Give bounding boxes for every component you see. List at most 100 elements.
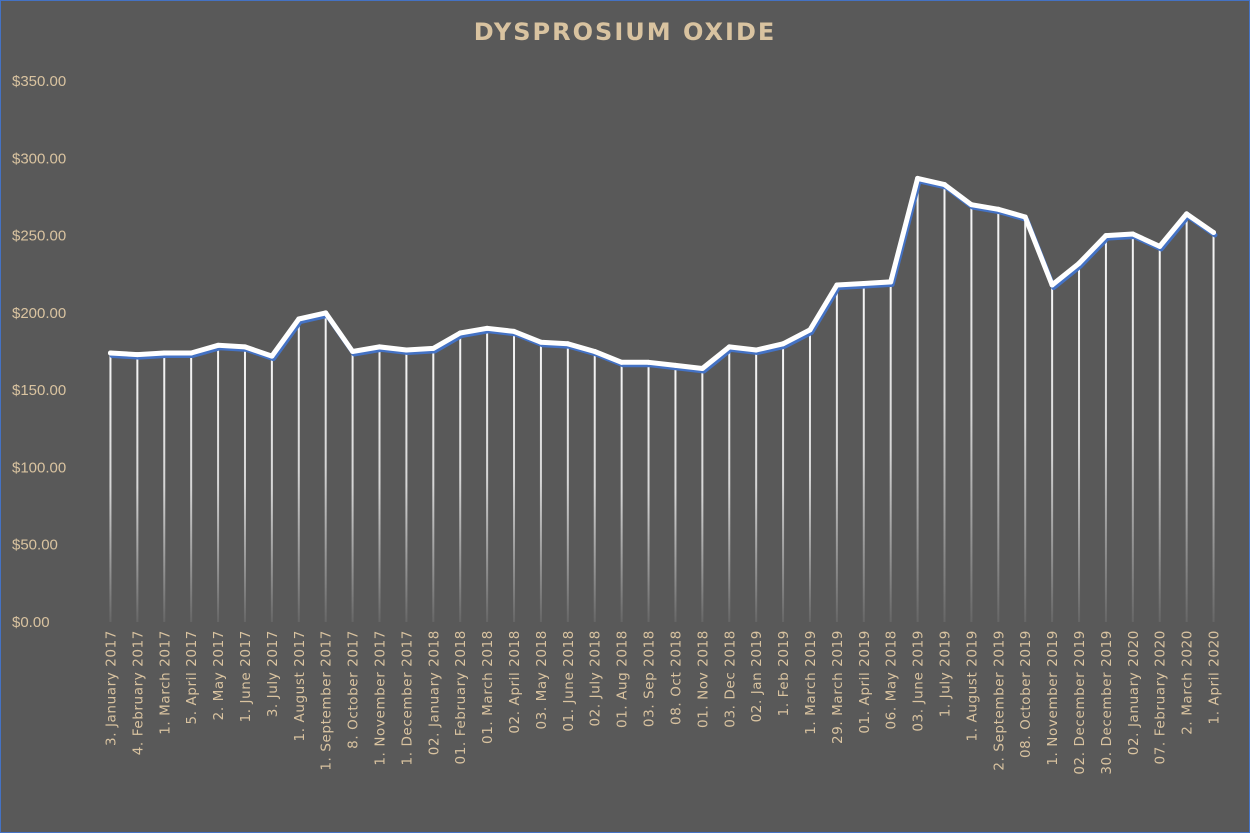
x-tick-label: 01. June 2018 bbox=[561, 630, 577, 732]
data-point bbox=[646, 359, 652, 365]
drop-line bbox=[539, 342, 542, 622]
drop-line bbox=[243, 346, 246, 622]
x-tick-label: 1. March 2017 bbox=[157, 630, 173, 735]
x-axis-labels: 3. January 2017 4. February 2017 1. March … bbox=[103, 630, 1222, 775]
x-tick-label: 1. November 2019 bbox=[1045, 630, 1061, 766]
data-point bbox=[888, 279, 894, 285]
x-tick-label: 01. Aug 2018 bbox=[615, 630, 631, 728]
x-tick-label: 29. March 2019 bbox=[830, 630, 846, 744]
x-tick-label: 01. March 2018 bbox=[480, 630, 496, 744]
x-tick-label: 02. January 2020 bbox=[1126, 630, 1142, 755]
x-tick-label: 1. April 2020 bbox=[1207, 630, 1223, 724]
y-axis-labels: $0.00 $50.00 $100.00 $150.00 $200.00 $250.00 $… bbox=[12, 73, 66, 631]
data-point bbox=[161, 350, 167, 356]
y-tick-label: $200.00 bbox=[12, 305, 66, 322]
x-tick-label: 02. Jan 2019 bbox=[749, 630, 765, 722]
y-tick-label: $150.00 bbox=[12, 382, 66, 399]
drop-line bbox=[324, 312, 327, 622]
x-tick-label: 2. March 2020 bbox=[1180, 630, 1196, 735]
data-point bbox=[915, 175, 921, 181]
data-point bbox=[699, 366, 705, 372]
data-point bbox=[672, 362, 678, 368]
drop-line bbox=[997, 209, 1000, 622]
line-chart: $0.00 $50.00 $100.00 $150.00 $200.00 $250.00 $… bbox=[12, 73, 1223, 775]
series-line bbox=[108, 175, 1216, 371]
drop-line bbox=[405, 349, 408, 622]
x-tick-label: 08. Oct 2018 bbox=[668, 630, 684, 725]
x-tick-label: 02. July 2018 bbox=[588, 630, 604, 727]
x-tick-label: 08. October 2019 bbox=[1018, 630, 1034, 758]
x-tick-label: 1. Feb 2019 bbox=[776, 630, 792, 716]
drop-line bbox=[486, 328, 489, 622]
x-tick-label: 01. April 2019 bbox=[857, 630, 873, 734]
data-point bbox=[619, 359, 625, 365]
x-tick-label: 06. May 2018 bbox=[884, 630, 900, 730]
x-tick-label: 8. October 2017 bbox=[346, 630, 362, 749]
data-point bbox=[565, 341, 571, 347]
data-point bbox=[484, 325, 490, 331]
drop-line bbox=[109, 353, 112, 622]
drop-line bbox=[190, 353, 193, 622]
data-point bbox=[942, 182, 947, 188]
x-tick-label: 03. May 2018 bbox=[534, 630, 550, 730]
data-point bbox=[592, 349, 598, 354]
data-point bbox=[296, 316, 302, 322]
drop-line bbox=[647, 362, 650, 622]
data-point bbox=[1211, 229, 1217, 235]
drop-line bbox=[593, 351, 596, 622]
x-tick-label: 30. December 2019 bbox=[1099, 630, 1115, 775]
x-tick-label: 1. November 2017 bbox=[373, 630, 389, 766]
data-point bbox=[403, 347, 409, 353]
drop-line bbox=[970, 204, 973, 622]
x-tick-label: 02. April 2018 bbox=[507, 630, 523, 734]
data-point bbox=[350, 349, 356, 354]
drop-line bbox=[270, 356, 273, 622]
data-point bbox=[780, 341, 786, 347]
y-tick-label: $300.00 bbox=[12, 150, 66, 167]
data-point bbox=[511, 328, 517, 334]
data-point bbox=[215, 342, 221, 348]
drop-line bbox=[728, 346, 731, 622]
x-tick-label: 1. June 2017 bbox=[238, 630, 254, 722]
data-point bbox=[457, 330, 463, 336]
drop-line bbox=[808, 329, 811, 622]
drop-line bbox=[1212, 232, 1215, 623]
data-point bbox=[753, 347, 759, 353]
x-tick-label: 03. Dec 2018 bbox=[722, 630, 738, 728]
x-tick-label: 03. Sep 2018 bbox=[642, 630, 658, 727]
drop-line bbox=[701, 368, 704, 622]
data-point bbox=[242, 344, 248, 350]
drop-line bbox=[782, 343, 785, 622]
data-point bbox=[1022, 214, 1028, 220]
drop-line bbox=[916, 178, 919, 622]
x-tick-label: 2. September 2019 bbox=[991, 630, 1007, 771]
drop-line bbox=[432, 348, 435, 622]
x-tick-label: 3. July 2017 bbox=[265, 630, 281, 717]
data-point bbox=[1184, 211, 1190, 217]
drop-line bbox=[378, 346, 381, 622]
x-tick-label: 5. April 2017 bbox=[184, 630, 200, 724]
x-tick-label: 01. Nov 2018 bbox=[695, 630, 711, 728]
drop-line bbox=[513, 331, 516, 622]
drop-line bbox=[1104, 235, 1107, 623]
data-point bbox=[968, 202, 974, 208]
drop-line bbox=[620, 362, 623, 622]
x-tick-label: 4. February 2017 bbox=[130, 630, 146, 755]
data-point bbox=[430, 345, 436, 351]
y-tick-label: $0.00 bbox=[12, 614, 50, 631]
drop-line bbox=[1024, 217, 1027, 622]
data-point bbox=[995, 206, 1001, 212]
data-point bbox=[188, 350, 194, 356]
data-point bbox=[726, 344, 732, 350]
data-point bbox=[134, 352, 140, 358]
drop-line bbox=[566, 343, 569, 622]
drop-line bbox=[755, 349, 758, 622]
drop-line bbox=[862, 283, 865, 622]
data-point bbox=[1157, 243, 1163, 249]
drop-line bbox=[1131, 234, 1134, 623]
drop-line bbox=[674, 365, 677, 622]
y-tick-label: $50.00 bbox=[12, 537, 58, 554]
drop-lines bbox=[109, 178, 1215, 623]
drop-line bbox=[136, 354, 139, 622]
data-point bbox=[323, 310, 329, 316]
